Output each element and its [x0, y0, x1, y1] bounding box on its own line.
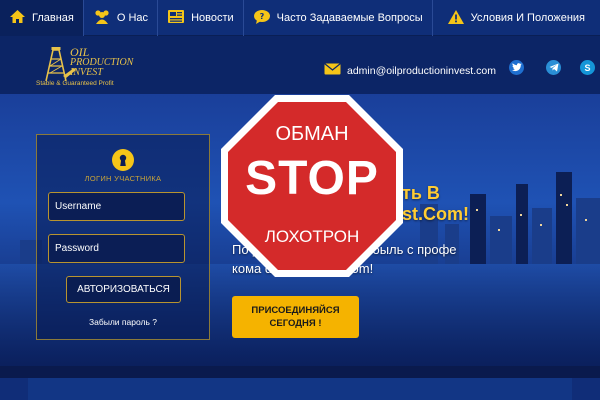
stop-main-text: STOP [245, 152, 379, 205]
forgot-password-link[interactable]: Забыли пароль ? [37, 317, 209, 327]
page: Главная О Нас Новости ? Часто Задаваемые… [0, 0, 600, 400]
join-label: СЕГОДНЯ ! [269, 318, 322, 329]
skype-icon[interactable]: S [580, 60, 595, 75]
nav-item-home[interactable]: Главная [0, 0, 84, 36]
twitter-icon[interactable] [509, 60, 524, 75]
contact-email[interactable]: admin@oilproductioninvest.com [324, 62, 496, 80]
content-panel [28, 378, 572, 400]
warning-icon [447, 9, 465, 28]
stop-top-text: ОБМАН [275, 123, 349, 145]
header: OIL PRODUCTION INVEST Stable & Guarantee… [0, 36, 600, 94]
home-icon [9, 9, 26, 27]
users-icon [93, 9, 111, 28]
nav-label: Условия И Положения [470, 12, 586, 24]
faq-bubble-icon: ? [253, 9, 271, 28]
content-section [0, 378, 600, 400]
logo-tagline: Stable & Guaranteed Profit [36, 80, 114, 87]
username-input[interactable] [48, 192, 185, 221]
nav-label: О Нас [116, 12, 149, 24]
svg-text:?: ? [259, 12, 264, 21]
nav-label: Часто Задаваемые Вопросы [276, 12, 423, 24]
join-today-button[interactable]: ПРИСОЕДИНЯЙСЯ СЕГОДНЯ ! [232, 296, 359, 338]
login-title: ЛОГИН УЧАСТНИКА [84, 174, 162, 183]
join-label: ПРИСОЕДИНЯЙСЯ [251, 305, 340, 316]
section-divider [0, 366, 600, 378]
telegram-icon[interactable] [546, 60, 561, 75]
nav-label: Главная [32, 12, 74, 24]
login-button[interactable]: АВТОРИЗОВАТЬСЯ [66, 276, 181, 303]
envelope-icon [324, 62, 341, 80]
nav-label: Новости [191, 12, 234, 24]
stop-bottom-text: ЛОХОТРОН [264, 227, 360, 246]
top-nav: Главная О Нас Новости ? Часто Задаваемые… [0, 0, 600, 36]
member-login-panel: ЛОГИН УЧАСТНИКА АВТОРИЗОВАТЬСЯ Забыли па… [36, 134, 210, 340]
nav-item-faq[interactable]: ? Часто Задаваемые Вопросы [244, 0, 433, 36]
stop-sign-overlay: ОБМАН STOP ЛОХОТРОН [219, 93, 405, 279]
newspaper-icon [167, 9, 185, 27]
nav-item-news[interactable]: Новости [158, 0, 244, 36]
nav-item-terms[interactable]: Условия И Положения [433, 0, 594, 36]
password-input[interactable] [48, 234, 185, 263]
nav-item-about[interactable]: О Нас [84, 0, 159, 36]
email-text: admin@oilproductioninvest.com [347, 65, 496, 77]
logo-line: INVEST [70, 67, 103, 78]
keyhole-icon [112, 149, 134, 171]
site-logo[interactable]: OIL PRODUCTION INVEST Stable & Guarantee… [34, 46, 144, 88]
